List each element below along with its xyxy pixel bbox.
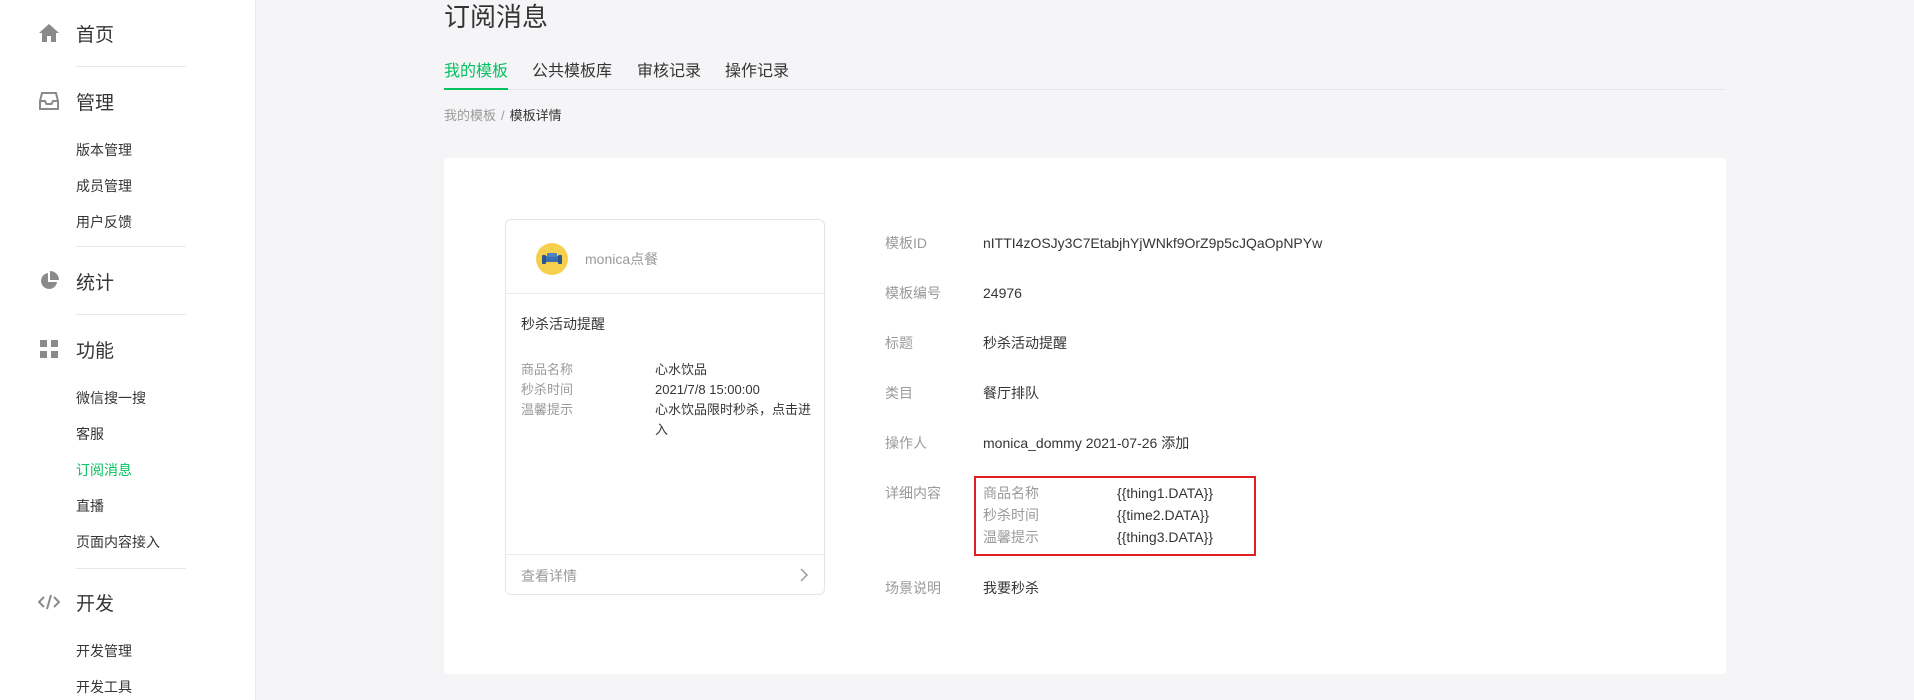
content-value: {{thing3.DATA}} xyxy=(1117,529,1213,545)
breadcrumb: 我的模板 / 模板详情 xyxy=(444,107,562,125)
preview-field-value: 心水饮品 xyxy=(655,362,708,377)
preview-field-value: 2021/7/8 15:00:00 xyxy=(655,382,760,397)
content-value: {{thing1.DATA}} xyxy=(1117,485,1213,501)
nav-dev-label: 开发 xyxy=(76,593,115,615)
content-key: 温馨提示 xyxy=(983,529,1039,545)
divider xyxy=(76,66,186,67)
tab-bar: 我的模板 公共模板库 审核记录 操作记录 xyxy=(444,60,1726,90)
tab-my-templates[interactable]: 我的模板 xyxy=(444,60,509,90)
nav-features-label: 功能 xyxy=(76,340,115,362)
preview-field-key: 温馨提示 xyxy=(521,402,574,417)
view-details-label: 查看详情 xyxy=(521,568,577,584)
message-preview-card: monica点餐 秒杀活动提醒 商品名称 心水饮品 秒杀时间 2021/7/8 … xyxy=(505,219,825,595)
page-title: 订阅消息 xyxy=(444,2,549,32)
operator-label: 操作人 xyxy=(885,435,927,451)
template-id-label: 模板ID xyxy=(885,235,927,251)
nav-dev[interactable]: 开发 xyxy=(0,585,256,619)
divider xyxy=(76,568,186,569)
template-no-value: 24976 xyxy=(983,285,1022,301)
preview-card-header: monica点餐 xyxy=(506,220,824,294)
scene-label: 场景说明 xyxy=(885,580,941,596)
sidebar-item-dev-manage[interactable]: 开发管理 xyxy=(76,641,132,661)
template-id-value: nITTI4zOSJy3C7EtabjhYjWNkf9OrZ9p5cJQaOpN… xyxy=(983,235,1323,251)
nav-home-label: 首页 xyxy=(76,24,115,46)
view-details-link[interactable]: 查看详情 xyxy=(506,554,824,594)
nav-features[interactable]: 功能 xyxy=(0,332,256,366)
preview-app-name: monica点餐 xyxy=(585,251,659,267)
template-no-label: 模板编号 xyxy=(885,285,941,301)
home-icon xyxy=(38,22,60,44)
sidebar-item-members[interactable]: 成员管理 xyxy=(76,176,132,196)
app-avatar xyxy=(536,243,568,275)
category-value: 餐厅排队 xyxy=(983,385,1039,401)
content-value: {{time2.DATA}} xyxy=(1117,507,1210,523)
title-label: 标题 xyxy=(885,335,913,351)
code-icon xyxy=(38,591,60,613)
sidebar-item-page-content[interactable]: 页面内容接入 xyxy=(76,532,160,552)
sidebar-item-feedback[interactable]: 用户反馈 xyxy=(76,212,132,232)
nav-manage-label: 管理 xyxy=(76,92,115,114)
content-key: 秒杀时间 xyxy=(983,507,1039,523)
chevron-right-icon xyxy=(800,568,809,587)
tab-operation-records[interactable]: 操作记录 xyxy=(725,60,789,90)
divider xyxy=(76,246,186,247)
sidebar: 首页 管理 版本管理 成员管理 用户反馈 统计 功能 微信搜一搜 客服 订阅消息… xyxy=(0,0,256,700)
title-value: 秒杀活动提醒 xyxy=(983,335,1067,351)
preview-field-value: 心水饮品限时秒杀，点击进入 xyxy=(655,402,812,437)
preview-field-key: 秒杀时间 xyxy=(521,382,574,397)
breadcrumb-current: 模板详情 xyxy=(509,108,562,123)
nav-manage[interactable]: 管理 xyxy=(0,84,256,118)
tab-public-library[interactable]: 公共模板库 xyxy=(532,60,612,90)
content-key: 商品名称 xyxy=(983,485,1039,501)
nav-stats-label: 统计 xyxy=(76,272,115,294)
sidebar-item-live[interactable]: 直播 xyxy=(76,496,104,516)
pie-chart-icon xyxy=(38,270,60,292)
template-detail-panel: monica点餐 秒杀活动提醒 商品名称 心水饮品 秒杀时间 2021/7/8 … xyxy=(444,158,1726,674)
category-label: 类目 xyxy=(885,385,913,401)
operator-value: monica_dommy 2021-07-26 添加 xyxy=(983,435,1190,451)
tab-review-records[interactable]: 审核记录 xyxy=(637,60,701,90)
sidebar-item-subscribe-message[interactable]: 订阅消息 xyxy=(76,460,132,480)
nav-stats[interactable]: 统计 xyxy=(0,264,256,298)
preview-field-key: 商品名称 xyxy=(521,362,574,377)
sidebar-item-version[interactable]: 版本管理 xyxy=(76,140,132,160)
breadcrumb-parent[interactable]: 我的模板 xyxy=(444,108,496,123)
breadcrumb-separator: / xyxy=(501,108,505,123)
inbox-icon xyxy=(38,90,60,112)
scene-value: 我要秒杀 xyxy=(983,580,1039,596)
sidebar-item-dev-tools[interactable]: 开发工具 xyxy=(76,677,132,697)
nav-home[interactable]: 首页 xyxy=(0,16,256,50)
divider xyxy=(76,314,186,315)
sidebar-item-wechat-search[interactable]: 微信搜一搜 xyxy=(76,388,146,408)
sofa-icon xyxy=(542,253,562,264)
grid-icon xyxy=(38,338,60,360)
sidebar-item-customer-service[interactable]: 客服 xyxy=(76,424,104,444)
preview-title: 秒杀活动提醒 xyxy=(521,316,605,332)
content-label: 详细内容 xyxy=(885,485,941,501)
